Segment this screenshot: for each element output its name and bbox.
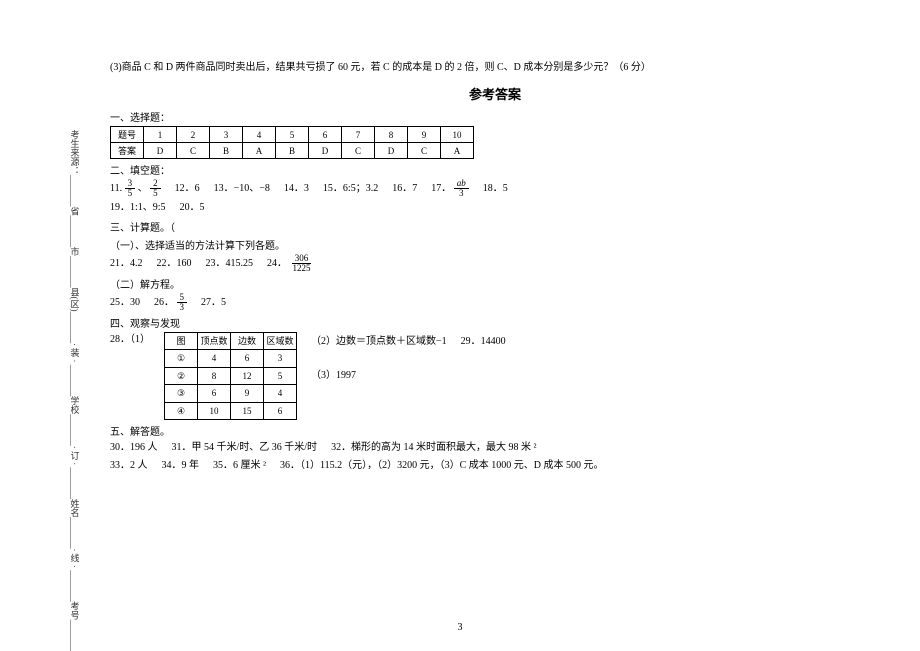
fraction: ab3 <box>454 179 469 198</box>
section-3a-heading: （一）、选择适当的方法计算下列各题。 <box>110 237 880 252</box>
item: 35．6 厘米 ² <box>213 458 266 474</box>
label: 11. <box>110 183 122 194</box>
item: 26． 53 <box>154 293 187 312</box>
item: 19．1:1、9:5 <box>110 200 166 216</box>
observe-2: （2）边数＝顶点数＋区域数−1 <box>311 334 447 350</box>
cell: 边数 <box>231 333 264 350</box>
item: 27．5 <box>201 295 226 311</box>
section-4-heading: 四、观察与发现 <box>110 315 880 330</box>
cell: 1 <box>144 127 177 143</box>
item: 23．415.25 <box>206 256 254 272</box>
cell: B <box>276 143 309 159</box>
table-row: ③694 <box>165 385 297 402</box>
item: 31．甲 54 千米/时、乙 36 千米/时 <box>172 440 318 456</box>
observe-side: （2）边数＝顶点数＋区域数−1 29．14400 （3）1997 <box>311 332 506 384</box>
fraction: 25 <box>150 179 161 198</box>
item: 30．196 人 <box>110 440 158 456</box>
choice-table: 题号 1 2 3 4 5 6 7 8 9 10 答案 D C B A B D C… <box>110 126 474 159</box>
section-3-heading: 三、计算题。（ <box>110 219 880 234</box>
fraction: 53 <box>177 293 188 312</box>
solve-row-1: 30．196 人 31．甲 54 千米/时、乙 36 千米/时 32．梯形的高为… <box>110 440 880 456</box>
item-29: 29．14400 <box>461 334 506 350</box>
item: 20．5 <box>180 200 205 216</box>
observe-3: （3）1997 <box>311 368 506 384</box>
cell: 9 <box>408 127 441 143</box>
section-1-heading: 一、选择题： <box>110 109 880 124</box>
cell: 4 <box>243 127 276 143</box>
cell: 5 <box>276 127 309 143</box>
cell: 顶点数 <box>198 333 231 350</box>
cell: 图 <box>165 333 198 350</box>
cell: D <box>375 143 408 159</box>
item: 12．6 <box>175 181 200 197</box>
item: 16．7 <box>392 181 417 197</box>
item: 14．3 <box>284 181 309 197</box>
item: 15．6:5；3.2 <box>323 181 378 197</box>
answer-key-title: 参考答案 <box>110 84 880 103</box>
cell: D <box>144 143 177 159</box>
cell: 答案 <box>111 143 144 159</box>
calc-row-1: 21．4.2 22．160 23．415.25 24． 3061225 <box>110 254 880 273</box>
table-row: 题号 1 2 3 4 5 6 7 8 9 10 <box>111 127 474 143</box>
table-row: ④10156 <box>165 402 297 419</box>
cell: 2 <box>177 127 210 143</box>
item: 17． ab3 <box>431 179 469 198</box>
item: 24． 3061225 <box>267 254 314 273</box>
item: 11. 35 、 25 <box>110 179 161 198</box>
table-row: ①463 <box>165 350 297 367</box>
section-3b-heading: （二）解方程。 <box>110 276 880 291</box>
fraction: 35 <box>125 179 136 198</box>
cell: A <box>243 143 276 159</box>
cell: B <box>210 143 243 159</box>
table-row: ②8125 <box>165 367 297 384</box>
page-content: (3)商品 C 和 D 两件商品同时卖出后，结果共亏损了 60 元，若 C 的成… <box>110 60 880 476</box>
calc-row-2: 25．30 26． 53 27．5 <box>110 293 880 312</box>
solve-row-2: 33．2 人 34．9 年 35．6 厘米 ² 36．（1）115.2（元），（… <box>110 458 880 474</box>
item: 13．−10、−8 <box>214 181 270 197</box>
item: 22．160 <box>157 256 192 272</box>
cell: C <box>342 143 375 159</box>
page-number: 3 <box>458 622 463 633</box>
item: 25．30 <box>110 295 140 311</box>
binding-margin: 考生来源：_______省_______市_______县(区)_______·… <box>60 0 90 651</box>
table-row: 答案 D C B A B D C D C A <box>111 143 474 159</box>
item: 18．5 <box>483 181 508 197</box>
cell: 7 <box>342 127 375 143</box>
item: 21．4.2 <box>110 256 143 272</box>
fraction: 3061225 <box>290 254 314 273</box>
question-3-text: (3)商品 C 和 D 两件商品同时卖出后，结果共亏损了 60 元，若 C 的成… <box>110 60 880 76</box>
item: 33．2 人 <box>110 458 148 474</box>
section-5-heading: 五、解答题。 <box>110 423 880 438</box>
item: 36．（1）115.2（元），（2）3200 元，（3）C 成本 1000 元、… <box>280 458 604 474</box>
cell: 8 <box>375 127 408 143</box>
cell: C <box>408 143 441 159</box>
cell: 10 <box>441 127 474 143</box>
cell: D <box>309 143 342 159</box>
label: 26． <box>154 297 174 308</box>
table-row: 图 顶点数 边数 区域数 <box>165 333 297 350</box>
cell: 6 <box>309 127 342 143</box>
section-2-heading: 二、填空题： <box>110 162 880 177</box>
sep: 、 <box>138 183 148 194</box>
item: 32．梯形的高为 14 米时面积最大，最大 98 米 ² <box>331 440 537 456</box>
fill-row-1: 11. 35 、 25 12．6 13．−10、−8 14．3 15．6:5；3… <box>110 179 880 198</box>
cell: 3 <box>210 127 243 143</box>
item: 34．9 年 <box>162 458 200 474</box>
label: 24． <box>267 258 287 269</box>
item-28-label: 28．（1） <box>110 332 150 348</box>
cell: A <box>441 143 474 159</box>
cell: C <box>177 143 210 159</box>
fill-row-2: 19．1:1、9:5 20．5 <box>110 200 880 216</box>
observe-block: 28．（1） 图 顶点数 边数 区域数 ①463 ②8125 ③694 ④101… <box>110 332 880 420</box>
label: 17． <box>431 183 451 194</box>
cell: 区域数 <box>264 333 297 350</box>
observe-table: 图 顶点数 边数 区域数 ①463 ②8125 ③694 ④10156 <box>164 332 297 420</box>
binding-text: 考生来源：_______省_______市_______县(区)_______·… <box>69 130 82 651</box>
cell: 题号 <box>111 127 144 143</box>
